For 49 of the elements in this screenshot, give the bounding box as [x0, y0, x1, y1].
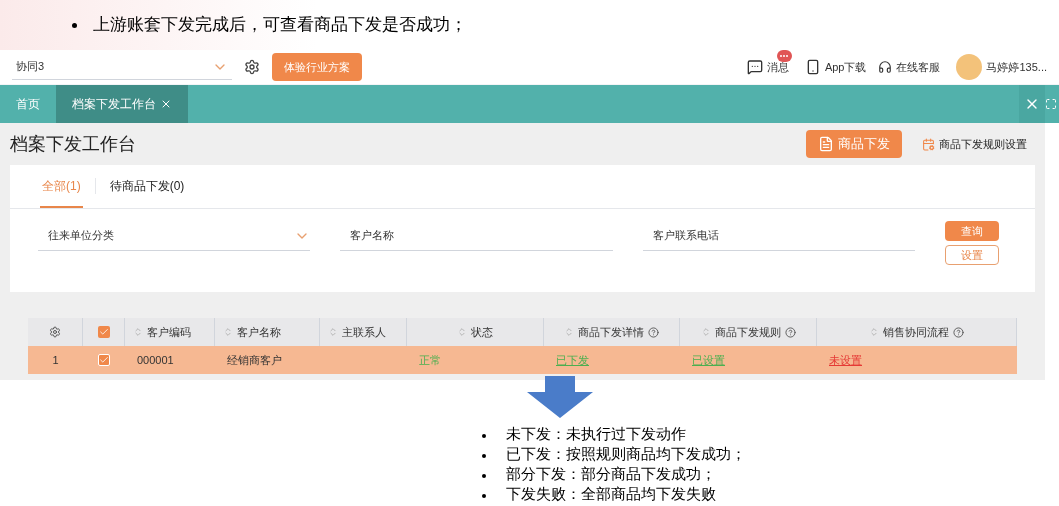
- sort-icon[interactable]: [700, 327, 711, 337]
- bullet-icon: [482, 434, 486, 438]
- note-text: 下发失败：全部商品均下发失败: [506, 484, 716, 504]
- note-text: 未下发：未执行过下发动作: [506, 424, 686, 444]
- row-number: 1: [52, 352, 59, 368]
- checkbox[interactable]: [98, 354, 110, 366]
- table-cell-text: 000001: [137, 352, 174, 368]
- messages-link[interactable]: 消息: [766, 58, 789, 76]
- sort-icon[interactable]: [457, 327, 467, 337]
- rule-settings-icon[interactable]: [922, 137, 935, 151]
- sort-icon[interactable]: [328, 327, 338, 337]
- fullscreen-icon[interactable]: [1045, 98, 1057, 110]
- filter-field[interactable]: 客户名称: [340, 221, 613, 251]
- checkbox[interactable]: [97, 326, 110, 338]
- note-text: 部分下发：部分商品下发成功；: [506, 464, 716, 484]
- note-text: 已下发：按照规则商品均下发成功；: [506, 444, 746, 464]
- page-tab[interactable]: 档案下发工作台: [56, 85, 188, 123]
- sort-icon[interactable]: [869, 327, 879, 337]
- bullet-icon: [482, 494, 486, 498]
- help-icon[interactable]: [784, 326, 796, 338]
- table-row[interactable]: 1 000001 经销商客户 正常 已下发 已设置 未设置: [28, 346, 1017, 374]
- settings-icon[interactable]: [244, 59, 260, 75]
- settings-icon[interactable]: [49, 326, 61, 338]
- table-cell-text: 经销商客户: [227, 352, 282, 368]
- help-icon[interactable]: [648, 326, 659, 338]
- down-arrow-icon: [526, 376, 593, 418]
- filter-field[interactable]: 往来单位分类: [38, 221, 311, 251]
- bullet-icon: [72, 22, 77, 28]
- headset-icon[interactable]: [878, 60, 893, 74]
- bullet-icon: [482, 454, 486, 458]
- message-icon[interactable]: [746, 59, 763, 75]
- avatar[interactable]: [956, 54, 983, 80]
- status-text: 正常: [419, 352, 441, 368]
- document-icon: [818, 136, 834, 152]
- sort-icon[interactable]: [223, 327, 233, 337]
- sort-icon[interactable]: [133, 327, 143, 337]
- filter-tab[interactable]: 待商品下发(0): [107, 166, 187, 208]
- org-select[interactable]: 协同3: [12, 54, 232, 80]
- close-icon[interactable]: [160, 98, 172, 110]
- help-icon[interactable]: [953, 326, 964, 338]
- filter-field[interactable]: 客户联系电话: [642, 221, 915, 251]
- app-download-link[interactable]: App下载: [824, 58, 867, 76]
- rule-settings-link[interactable]: 商品下发规则设置: [939, 135, 1027, 153]
- bullet-icon: [482, 474, 486, 478]
- page-title: 档案下发工作台: [10, 132, 136, 156]
- user-name[interactable]: 马婷婷135...: [986, 58, 1047, 76]
- slide-bullet-text: 上游账套下发完成后，可查看商品下发是否成功；: [93, 14, 467, 37]
- support-link[interactable]: 在线客服: [896, 58, 941, 76]
- sort-icon[interactable]: [564, 327, 574, 337]
